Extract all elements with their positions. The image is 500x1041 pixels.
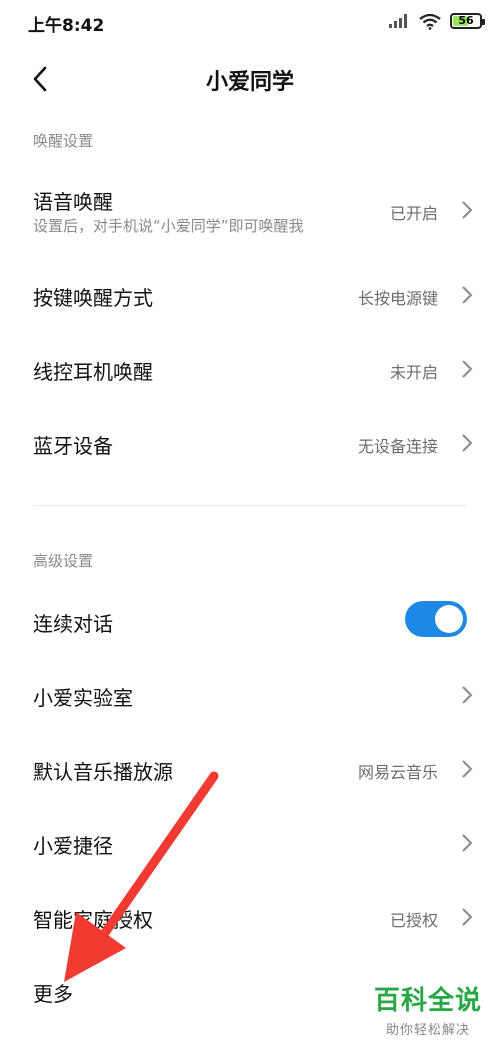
row-title: 智能家庭授权 [33,908,153,932]
settings-row-shortcuts[interactable]: 小爱捷径 [0,806,500,878]
toggle-knob [435,605,463,633]
chevron-right-icon [462,434,473,452]
row-value: 无设备连接 [357,437,438,456]
page-title: 小爱同学 [205,70,294,95]
row-title: 小爱实验室 [33,686,133,710]
watermark-subtitle: 助你轻松解决 [385,1023,470,1038]
row-title: 按键唤醒方式 [33,286,153,310]
chevron-right-icon [462,360,473,378]
chevron-right-icon [462,686,473,704]
settings-row-xiaoai-lab[interactable]: 小爱实验室 [0,658,500,730]
settings-row-music-source[interactable]: 默认音乐播放源 网易云音乐 [0,732,500,804]
settings-row-continuous-dialog[interactable]: 连续对话 [0,584,500,656]
row-title: 线控耳机唤醒 [33,360,153,384]
signal-icon [389,14,407,28]
chevron-right-icon [462,834,473,852]
section-header-wake: 唤醒设置 [33,132,94,150]
section-header-advanced: 高级设置 [33,552,94,570]
status-icons: 56 [388,11,485,31]
row-title: 蓝牙设备 [33,434,113,458]
settings-row-smart-home-auth[interactable]: 智能家庭授权 已授权 [0,880,500,952]
row-value: 已授权 [389,911,438,930]
settings-row-voice-wake[interactable]: 语音唤醒 设置后，对手机说“小爱同学”即可唤醒我 已开启 [0,170,500,250]
row-title: 小爱捷径 [33,834,113,858]
row-title: 语音唤醒 [33,190,113,214]
chevron-right-icon [462,908,473,926]
row-title: 更多 [33,982,73,1006]
status-time: 上午8:42 [28,16,105,36]
chevron-right-icon [462,760,473,778]
row-value: 长按电源键 [357,289,438,308]
battery-level: 56 [458,14,474,27]
row-value: 网易云音乐 [357,763,438,782]
chevron-right-icon [462,286,473,304]
watermark-title: 百科全说 [373,986,482,1016]
status-bar: 上午8:42 56 [0,0,500,44]
wifi-icon [419,13,441,30]
battery-tip [482,19,485,25]
settings-row-headset-wake[interactable]: 线控耳机唤醒 未开启 [0,332,500,404]
row-title: 默认音乐播放源 [33,760,173,784]
settings-row-key-wake[interactable]: 按键唤醒方式 长按电源键 [0,258,500,330]
section-divider [33,505,467,506]
continuous-dialog-toggle[interactable] [405,601,467,637]
chevron-right-icon [462,201,473,219]
settings-row-bluetooth[interactable]: 蓝牙设备 无设备连接 [0,406,500,478]
row-value: 已开启 [389,204,438,223]
title-bar: 小爱同学 [0,50,500,110]
battery-icon: 56 [450,13,485,29]
row-title: 连续对话 [33,612,113,636]
row-subtitle: 设置后，对手机说“小爱同学”即可唤醒我 [33,217,304,235]
watermark-logo: 百科全说 助你轻松解决 [370,980,486,1038]
row-value: 未开启 [389,363,438,382]
